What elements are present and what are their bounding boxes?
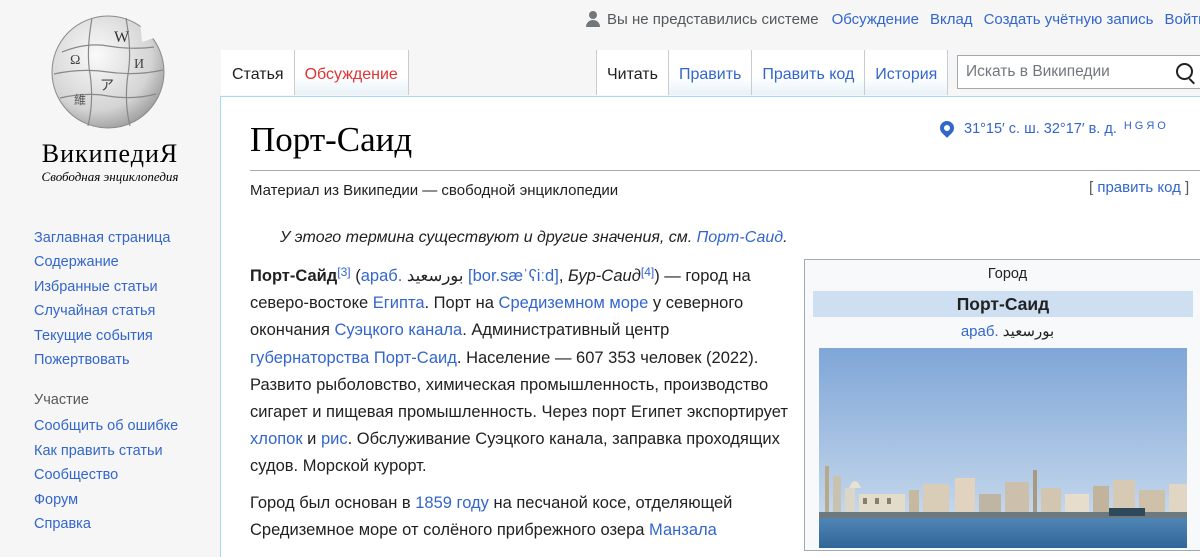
infobox-kind: Город — [805, 266, 1200, 282]
user-icon — [586, 11, 600, 27]
sidebar-item-help[interactable]: Справка — [34, 514, 178, 538]
tab-read[interactable]: Читать — [596, 50, 669, 95]
logo-wordmark: ВикипедиЯ — [0, 139, 220, 169]
tab-edit[interactable]: Править — [669, 50, 752, 95]
logo-tagline: Свободная энциклопедия — [0, 169, 220, 185]
lang-arabic-link[interactable]: араб. — [361, 267, 403, 285]
sidebar-item-donate[interactable]: Пожертвовать — [34, 350, 178, 374]
sidebar-item-how-to-edit[interactable]: Как править статьи — [34, 441, 178, 465]
search-box — [957, 55, 1200, 89]
text-run: . Административный центр — [462, 321, 669, 339]
article-subject: Порт-Сайд — [250, 267, 337, 285]
coordinates-link[interactable]: 31°15′ с. ш. 32°17′ в. д. — [964, 121, 1117, 137]
text-run: . Порт на — [425, 294, 499, 312]
sidebar-item-featured[interactable]: Избранные статьи — [34, 277, 178, 301]
sidebar-item-contents[interactable]: Содержание — [34, 252, 178, 276]
article-body: Порт-Сайд[3] (араб. بورسعيد [bor.sæˈʕiːd… — [250, 263, 790, 544]
city-photo[interactable] — [819, 348, 1187, 548]
link-governorate[interactable]: губернаторства Порт-Саид — [250, 349, 457, 367]
sidebar: Заглавная страница Содержание Избранные … — [34, 228, 178, 538]
map-links[interactable]: HGЯO — [1124, 120, 1169, 132]
infobox-native-name: араб. بورسعيد — [805, 322, 1200, 340]
link-manzala[interactable]: Манзала — [649, 521, 717, 539]
sidebar-item-report-error[interactable]: Сообщить об ошибке — [34, 416, 178, 440]
link-1859[interactable]: 1859 году — [415, 494, 489, 512]
tab-history[interactable]: История — [865, 50, 948, 95]
link-mediterranean[interactable]: Средиземном море — [499, 294, 649, 312]
paragraph-intro: Порт-Сайд[3] (араб. بورسعيد [bor.sæˈʕiːd… — [250, 263, 790, 481]
login-link[interactable]: Войти — [1165, 11, 1200, 28]
text-run: Город был основан в — [250, 494, 415, 512]
anon-notice: Вы не представились системе — [607, 11, 819, 28]
create-account-link[interactable]: Создать учётную запись — [984, 11, 1154, 28]
edit-section: [ править код ] — [1089, 179, 1189, 196]
infobox-arabic-name: بورسعيد — [1003, 323, 1054, 340]
sidebar-item-current-events[interactable]: Текущие события — [34, 326, 178, 350]
contributions-link[interactable]: Вклад — [930, 11, 973, 28]
search-input[interactable] — [966, 62, 1166, 82]
infobox-title: Порт-Саид — [813, 291, 1193, 317]
link-cotton[interactable]: хлопок — [250, 430, 303, 448]
ref-4[interactable]: [4] — [641, 265, 654, 279]
hatnote-link[interactable]: Порт-Саид — [697, 229, 783, 246]
sidebar-item-community[interactable]: Сообщество — [34, 465, 178, 489]
svg-text:ア: ア — [100, 79, 114, 94]
svg-text:Ω: Ω — [70, 53, 80, 68]
search-icon[interactable] — [1176, 63, 1193, 80]
puzzle-globe-icon: Ω W И ア 維 — [42, 12, 177, 137]
coordinates: 31°15′ с. ш. 32°17′ в. д. HGЯO — [940, 121, 1169, 137]
tab-talk[interactable]: Обсуждение — [295, 50, 409, 95]
map-pin-icon — [937, 118, 957, 138]
talk-link[interactable]: Обсуждение — [832, 11, 919, 28]
page-title: Порт-Саид — [250, 120, 412, 160]
alt-name: Бур-Саид — [568, 267, 641, 285]
tab-edit-source[interactable]: Править код — [752, 50, 865, 95]
hatnote-text: У этого термина существуют и другие знач… — [280, 229, 697, 246]
text-run: и — [303, 430, 321, 448]
link-suez-canal[interactable]: Суэцкого канала — [335, 321, 463, 339]
svg-text:W: W — [114, 29, 130, 46]
ref-3[interactable]: [3] — [337, 265, 350, 279]
edit-source-link[interactable]: править код — [1097, 179, 1181, 196]
ipa-link[interactable]: [bor.sæˈʕiːd] — [468, 267, 559, 285]
wikipedia-logo[interactable]: Ω W И ア 維 ВикипедиЯ Свободная энциклопед… — [0, 0, 220, 205]
link-rice[interactable]: рис — [321, 430, 348, 448]
title-divider — [250, 170, 1200, 171]
sidebar-item-random[interactable]: Случайная статья — [34, 301, 178, 325]
tab-article[interactable]: Статья — [221, 50, 295, 95]
sidebar-heading-participation: Участие — [34, 390, 178, 410]
view-tabs: Читать Править Править код История — [596, 50, 948, 96]
site-subtitle: Материал из Википедии — свободной энцикл… — [250, 182, 618, 199]
link-egypt[interactable]: Египта — [373, 294, 425, 312]
namespace-tabs: Статья Обсуждение — [221, 50, 409, 96]
svg-text:И: И — [134, 57, 144, 72]
personal-tools: Вы не представились системе Обсуждение В… — [586, 8, 1200, 30]
infobox-lang-link[interactable]: араб. — [961, 323, 999, 340]
paragraph-history: Город был основан в 1859 году на песчано… — [250, 490, 790, 544]
sidebar-item-main-page[interactable]: Заглавная страница — [34, 228, 178, 252]
hatnote: У этого термина существуют и другие знач… — [280, 229, 788, 247]
sidebar-item-forum[interactable]: Форум — [34, 490, 178, 514]
arabic-name: بورسعيد — [407, 267, 464, 285]
svg-text:維: 維 — [74, 93, 86, 107]
infobox: Город Порт-Саид араб. بورسعيد — [804, 259, 1200, 551]
